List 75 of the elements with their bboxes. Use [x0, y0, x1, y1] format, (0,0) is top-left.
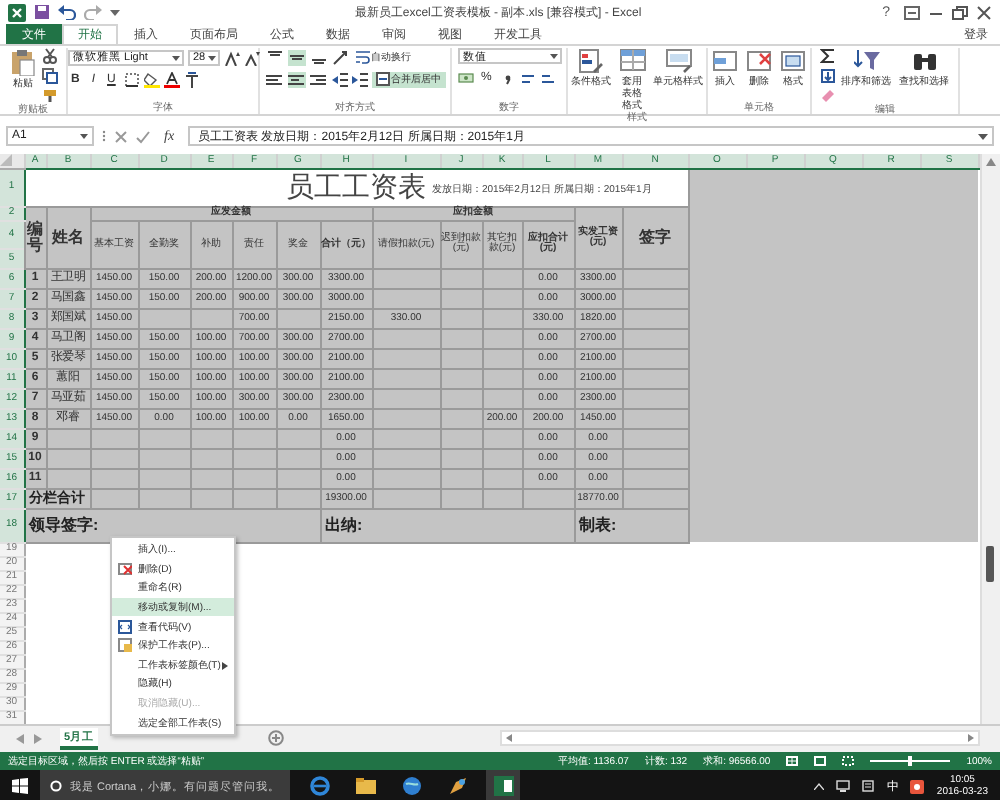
circle-icon [50, 780, 62, 792]
table-header: 签字 [622, 206, 688, 268]
align-right-icon[interactable] [309, 71, 327, 87]
protect-sheet-icon [118, 638, 132, 653]
increase-indent-icon[interactable] [351, 71, 367, 87]
sort-filter-icon [853, 48, 879, 74]
phonetic-icon[interactable] [183, 71, 200, 87]
network-icon[interactable] [836, 780, 851, 792]
code-icon [118, 619, 132, 634]
sum-icon[interactable] [819, 48, 835, 64]
delete-cells-icon [746, 48, 772, 74]
cell-styles-icon [665, 48, 691, 74]
table-icon [619, 48, 645, 74]
undo-icon[interactable] [58, 4, 76, 20]
shrink-font-icon[interactable] [243, 49, 259, 65]
scroll-left-icon[interactable] [506, 734, 512, 742]
paint-icon[interactable] [447, 776, 467, 796]
windows-icon[interactable] [12, 778, 28, 794]
submenu-arrow-icon [222, 661, 228, 670]
center-icon[interactable] [287, 71, 305, 87]
currency-icon[interactable] [457, 69, 473, 85]
caret-icon[interactable] [110, 7, 120, 17]
delete-sheet-icon [118, 562, 132, 577]
format-cells-icon [780, 48, 806, 74]
binoculars-icon [911, 48, 937, 74]
page-break-icon[interactable] [842, 756, 855, 766]
middle-align-icon[interactable] [287, 49, 305, 65]
cancel-icon[interactable] [114, 129, 128, 143]
excel-icon[interactable] [493, 775, 513, 795]
restore-icon[interactable] [952, 5, 968, 19]
horizontal-scrollbar[interactable] [500, 730, 980, 746]
scroll-thumb-icon[interactable] [986, 546, 995, 582]
grow-font-icon[interactable] [223, 49, 239, 65]
fill-icon[interactable] [819, 68, 835, 84]
align-left-icon[interactable] [265, 71, 283, 87]
save-icon[interactable] [34, 4, 50, 20]
caret-icon [171, 53, 179, 61]
signature-label: 制表: [574, 508, 688, 542]
border-icon[interactable] [123, 71, 140, 87]
globe-icon[interactable] [401, 776, 421, 796]
app-tray-icon[interactable] [910, 779, 925, 793]
conditional-format-icon [578, 48, 604, 74]
expand-icon[interactable] [978, 132, 988, 140]
clipboard-icon [10, 48, 36, 76]
enter-icon[interactable] [136, 129, 150, 143]
caret-icon [80, 132, 88, 140]
decrease-indent-icon[interactable] [331, 71, 347, 87]
sheet-title: 员工工资表 [286, 171, 426, 199]
table-header: 编号 [24, 206, 46, 268]
copy-icon[interactable] [42, 68, 58, 84]
browser-icon[interactable] [309, 776, 329, 796]
vertical-scrollbar[interactable] [979, 154, 1000, 724]
decrease-decimal-icon[interactable] [539, 69, 556, 85]
page-layout-icon[interactable] [814, 756, 827, 766]
caret-icon [549, 52, 557, 60]
table-header: 姓名 [46, 206, 90, 268]
increase-decimal-icon[interactable] [519, 69, 536, 85]
insert-cells-icon [712, 48, 738, 74]
close-icon[interactable] [976, 5, 992, 19]
folder-icon[interactable] [355, 776, 375, 796]
add-sheet-icon[interactable] [268, 730, 285, 746]
format-painter-icon[interactable] [42, 88, 58, 104]
merge-icon [375, 72, 389, 86]
wrap-icon [355, 50, 369, 64]
fill-color-icon[interactable] [143, 71, 160, 87]
ribbon-display-icon[interactable] [904, 5, 920, 19]
signature-label: 出纳: [320, 508, 574, 542]
cut-icon[interactable] [42, 48, 58, 64]
orientation-icon[interactable] [331, 49, 347, 65]
caret-icon [207, 53, 215, 61]
notification-icon[interactable] [862, 780, 875, 792]
scroll-right-icon[interactable] [968, 734, 974, 742]
font-color-icon[interactable] [163, 71, 180, 87]
scroll-up-icon[interactable] [985, 158, 996, 166]
normal-view-icon[interactable] [786, 756, 799, 766]
